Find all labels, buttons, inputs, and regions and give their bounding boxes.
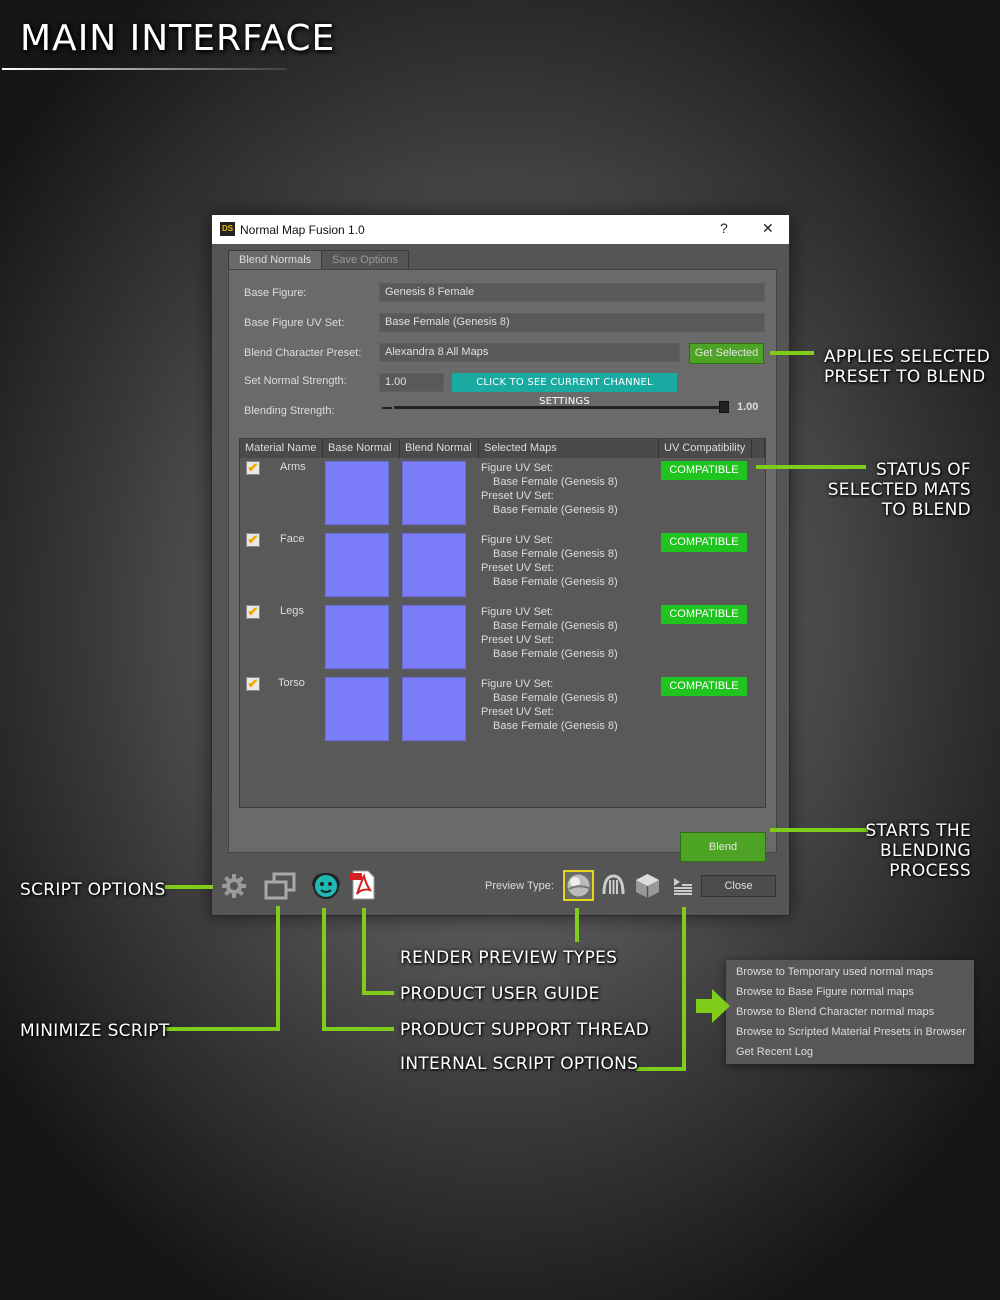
row-checkbox[interactable]: ✔ [246,677,260,691]
base-figure-field[interactable]: Genesis 8 Female [379,283,765,302]
blend-normal-thumb[interactable] [402,677,466,741]
tab-blend-normals[interactable]: Blend Normals [228,250,323,269]
base-normal-thumb[interactable] [325,605,389,669]
normal-map-fusion-dialog: DS Normal Map Fusion 1.0 ? ✕ Blend Norma… [211,214,790,916]
connector-line [276,906,280,1031]
get-selected-button[interactable]: Get Selected [689,343,764,364]
status-badge: COMPATIBLE [661,461,747,480]
blend-normal-thumb[interactable] [402,461,466,525]
status-badge: COMPATIBLE [661,533,747,552]
blending-strength-value: 1.00 [737,401,759,413]
connector-line [165,1027,280,1031]
status-badge: COMPATIBLE [661,677,747,696]
col-header-material[interactable]: Material Name [240,439,323,458]
blending-strength-slider[interactable] [394,406,724,409]
window-title: Normal Map Fusion 1.0 [240,223,365,237]
material-name: Legs [280,605,304,617]
minimize-icon[interactable] [263,872,297,900]
hair-preview-icon[interactable] [600,872,627,899]
base-normal-thumb[interactable] [325,677,389,741]
connector-line [165,885,213,889]
gear-icon[interactable] [221,873,247,899]
col-header-selected-maps[interactable]: Selected Maps [479,439,659,458]
base-uv-label: Base Figure UV Set: [244,317,345,329]
table-row[interactable]: ✔ Torso Figure UV Set: Base Female (Genes… [240,677,765,747]
ds-logo-icon: DS [220,222,235,236]
preset-field[interactable]: Alexandra 8 All Maps [379,343,680,362]
pdf-icon[interactable] [350,870,376,900]
tab-save-options[interactable]: Save Options [321,250,410,269]
col-header-base-normal[interactable]: Base Normal [323,439,400,458]
selected-maps-info: Figure UV Set: Base Female (Genesis 8) Pr… [481,678,618,732]
callout-user-guide: PRODUCT USER GUIDE [400,984,600,1004]
selected-maps-info: Figure UV Set: Base Female (Genesis 8) Pr… [481,462,618,516]
callout-support: PRODUCT SUPPORT THREAD [400,1020,650,1040]
internal-options-menu: Browse to Temporary used normal maps Bro… [726,960,974,1064]
materials-table: Material Name Base Normal Blend Normal S… [239,438,766,808]
status-badge: COMPATIBLE [661,605,747,624]
page-headline: MAIN INTERFACE [20,18,336,59]
channel-settings-link[interactable]: Click to see current channel settings [452,373,677,407]
connector-line [770,351,814,355]
menu-item-base-normals[interactable]: Browse to Base Figure normal maps [726,982,974,1002]
table-row[interactable]: ✔ Arms Figure UV Set: Base Female (Genesi… [240,461,765,531]
arrow-right-icon [694,987,732,1025]
close-button[interactable]: Close [701,875,776,897]
material-name: Torso [278,677,305,689]
row-checkbox[interactable]: ✔ [246,605,260,619]
slider-min-marker [382,407,392,409]
cube-preview-icon[interactable] [633,872,662,899]
row-checkbox[interactable]: ✔ [246,461,260,475]
close-window-button[interactable]: ✕ [762,220,774,237]
connector-line [322,908,326,1031]
blend-normals-panel: Base Figure: Genesis 8 Female Base Figur… [228,269,777,862]
preset-label: Blend Character Preset: [244,347,362,359]
title-bar: DS Normal Map Fusion 1.0 ? ✕ [212,215,789,244]
material-name: Face [280,533,305,545]
base-uv-field[interactable]: Base Female (Genesis 8) [379,313,765,332]
base-figure-label: Base Figure: [244,287,307,299]
selected-maps-info: Figure UV Set: Base Female (Genesis 8) Pr… [481,534,618,588]
connector-line [362,991,394,995]
connector-line [322,1027,394,1031]
material-name: Arms [280,461,306,473]
connector-line [362,908,366,995]
callout-status: STATUS OF SELECTED MATS TO BLEND [827,460,971,520]
callout-internal-options: INTERNAL SCRIPT OPTIONS [400,1054,639,1074]
options-menu-icon[interactable] [672,875,694,897]
col-header-uv-compat[interactable]: UV Compatibility [659,439,752,458]
callout-applies-preset: APPLIES SELECTED PRESET TO BLEND [824,347,991,387]
callout-render-preview: RENDER PREVIEW TYPES [400,948,618,968]
connector-line [575,908,579,942]
connector-line [636,1067,686,1071]
base-normal-thumb[interactable] [325,461,389,525]
blend-button[interactable]: Blend [680,832,766,862]
normal-strength-label: Set Normal Strength: [244,375,347,387]
slider-handle[interactable] [719,401,729,413]
callout-minimize: MINIMIZE SCRIPT [20,1021,170,1041]
selected-maps-info: Figure UV Set: Base Female (Genesis 8) Pr… [481,606,618,660]
blending-strength-label: Blending Strength: [244,405,335,417]
blend-normal-thumb[interactable] [402,605,466,669]
support-icon[interactable] [311,871,341,901]
row-checkbox[interactable]: ✔ [246,533,260,547]
sphere-preview-icon[interactable] [563,870,594,901]
blend-normal-thumb[interactable] [402,533,466,597]
base-normal-thumb[interactable] [325,533,389,597]
menu-item-blend-normals[interactable]: Browse to Blend Character normal maps [726,1002,974,1022]
callout-script-options: SCRIPT OPTIONS [20,880,166,900]
col-header-blend-normal[interactable]: Blend Normal [400,439,479,458]
help-button[interactable]: ? [720,220,728,236]
callout-starts-blending: STARTS THE BLENDING PROCESS [865,821,971,881]
preview-type-label: Preview Type: [485,880,554,892]
connector-line [682,907,686,1071]
table-row[interactable]: ✔ Face Figure UV Set: Base Female (Genesi… [240,533,765,603]
menu-item-material-presets[interactable]: Browse to Scripted Material Presets in B… [726,1022,974,1042]
menu-item-temp-normals[interactable]: Browse to Temporary used normal maps [726,962,974,982]
headline-underline [2,68,287,70]
normal-strength-input[interactable]: 1.00 [379,373,444,392]
table-row[interactable]: ✔ Legs Figure UV Set: Base Female (Genesi… [240,605,765,675]
col-header-spacer [752,439,765,458]
menu-item-recent-log[interactable]: Get Recent Log [726,1042,974,1062]
